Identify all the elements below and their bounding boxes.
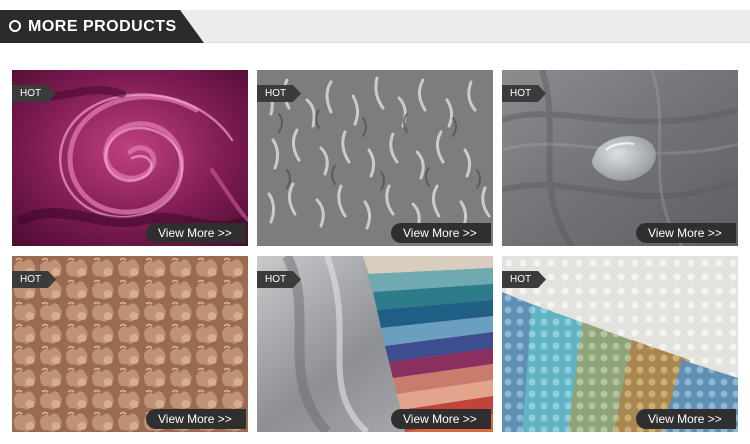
product-card-2[interactable]: HOT View More >>	[257, 70, 493, 246]
section-title: MORE PRODUCTS	[28, 18, 177, 35]
hot-badge: HOT	[502, 271, 546, 288]
view-more-button[interactable]: View More >>	[146, 223, 246, 243]
product-card-5[interactable]: HOT View More >>	[257, 256, 493, 432]
view-more-button[interactable]: View More >>	[636, 409, 736, 429]
product-card-1[interactable]: HOT View More >>	[12, 70, 248, 246]
view-more-button[interactable]: View More >>	[636, 223, 736, 243]
view-more-button[interactable]: View More >>	[391, 409, 491, 429]
hot-badge: HOT	[12, 271, 56, 288]
hot-badge: HOT	[502, 85, 546, 102]
product-card-3[interactable]: HOT View More >>	[502, 70, 738, 246]
view-more-button[interactable]: View More >>	[146, 409, 246, 429]
product-card-4[interactable]: HOT View More >>	[12, 256, 248, 432]
circle-icon	[9, 20, 21, 32]
hot-badge: HOT	[12, 85, 56, 102]
hot-badge: HOT	[257, 271, 301, 288]
hot-badge: HOT	[257, 85, 301, 102]
view-more-button[interactable]: View More >>	[391, 223, 491, 243]
product-card-6[interactable]: HOT View More >>	[502, 256, 738, 432]
